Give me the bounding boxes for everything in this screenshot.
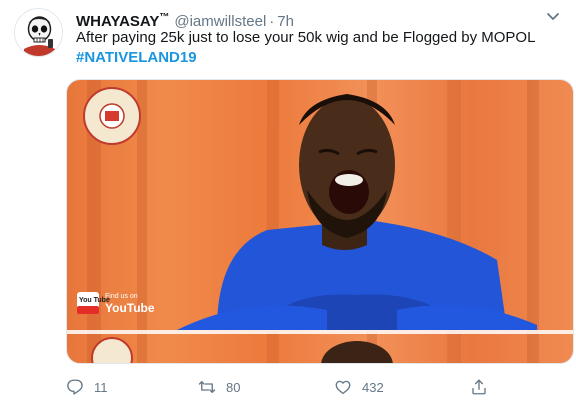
watermark-line1: Find us on: [105, 293, 138, 300]
tweet-card[interactable]: WHAYASAY™ @iamwillsteel · 7h After paying 2…: [0, 0, 576, 409]
tweet-body: After paying 25k just to lose your 50k w…: [76, 29, 536, 46]
tweet-actions: 11 80 432: [66, 372, 566, 402]
hashtag-link[interactable]: #NATIVELAND19: [76, 48, 566, 68]
share-icon: [472, 379, 486, 395]
like-button[interactable]: 432: [334, 372, 384, 402]
share-button[interactable]: [470, 372, 498, 402]
chevron-down-icon[interactable]: [546, 12, 560, 22]
reply-icon: [67, 379, 83, 395]
retweet-icon: [198, 381, 216, 393]
tweet-text: After paying 25k just to lose your 50k w…: [76, 28, 566, 68]
retweet-button[interactable]: 80: [198, 372, 240, 402]
tweet-media-image[interactable]: You Tube Find us on YouTube: [66, 79, 574, 364]
skull-avatar-icon: [15, 9, 62, 56]
heart-icon: [335, 380, 351, 395]
meme-image: You Tube Find us on YouTube: [67, 80, 573, 363]
like-count: 432: [362, 379, 384, 395]
tweet-header: WHAYASAY™ @iamwillsteel · 7h: [76, 8, 294, 30]
reply-button[interactable]: 11: [66, 372, 108, 402]
retweet-count: 80: [226, 379, 241, 395]
reply-count: 11: [94, 379, 108, 395]
watermark-line2: YouTube: [105, 301, 155, 315]
avatar[interactable]: [14, 8, 63, 57]
